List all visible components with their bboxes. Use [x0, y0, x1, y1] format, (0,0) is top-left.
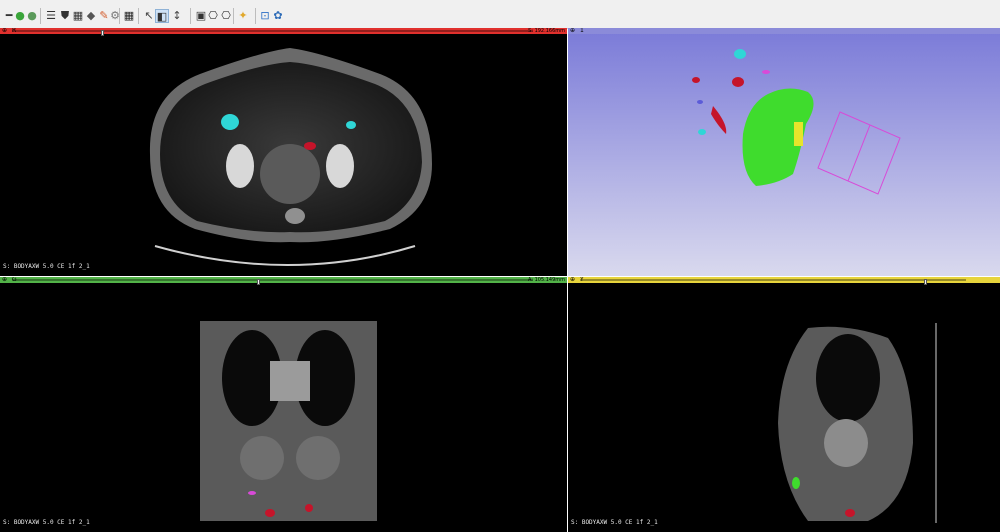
slice-slider[interactable] — [580, 279, 966, 285]
green-slice-view[interactable]: ⊕ G A: 105.149mm S: BODYAXW 5.0 CE 1f 2_… — [0, 277, 567, 532]
slice-annotation: S: BODYAXW 5.0 CE 1f 2_1 — [3, 263, 90, 270]
toolbar-separator — [233, 8, 234, 24]
threed-view[interactable]: ⊕ 1 — [568, 28, 1000, 276]
slice-slider[interactable] — [12, 30, 533, 36]
toolbar-separator — [190, 8, 191, 24]
slice-annotation: S: BODYAXW 5.0 CE 1f 2_1 — [3, 519, 90, 526]
coronal-ct-image — [200, 321, 377, 521]
yellow-slice-view[interactable]: ⊕ Y S: BODYAXW 5.0 CE 1f 2_1 — [568, 277, 1000, 532]
axial-ct-image — [149, 48, 433, 266]
toolbar-separator — [119, 8, 120, 24]
python-console-icon[interactable]: ✿ — [271, 9, 285, 23]
red-lesion — [304, 142, 316, 150]
grid-layout-icon[interactable]: ▦ — [122, 9, 136, 23]
data-cylinder-icon[interactable]: ▦ — [71, 9, 85, 23]
sagittal-ct-image — [778, 323, 937, 523]
models-icon[interactable]: ◆ — [84, 9, 98, 23]
shield-icon[interactable]: ⛊ — [58, 9, 72, 23]
scene-icon[interactable]: ⎔ — [219, 9, 233, 23]
extension-icon[interactable]: ⊡ — [258, 9, 272, 23]
window-level-icon[interactable]: ◧ — [155, 9, 169, 23]
toolbar-separator — [138, 8, 139, 24]
slice-annotation: S: BODYAXW 5.0 CE 1f 2_1 — [571, 519, 658, 526]
pointer-icon[interactable]: ↖ — [142, 9, 156, 23]
toolbar-separator — [40, 8, 41, 24]
forward-icon[interactable]: ● — [25, 9, 39, 23]
screenshot-icon[interactable]: ⎔ — [206, 9, 220, 23]
list-icon[interactable]: ☰ — [44, 9, 58, 23]
crosshair-icon[interactable]: ↕ — [170, 9, 184, 23]
red-slice-view[interactable]: ⊕ R S: 192.166mm S: BODYAXW 5.0 CE 1f 2_… — [0, 28, 567, 276]
threed-render — [692, 49, 901, 195]
toolbar-separator — [255, 8, 256, 24]
main-toolbar: ━ ● ● ☰ ⛊ ▦ ◆ ✎ ⚙ ▦ ↖ ◧ ↕ ▣ ⎔ ⎔ ✦ ⊡ ✿ — [0, 0, 1000, 29]
fiducial-icon[interactable]: ✦ — [236, 9, 250, 23]
cyan-lesion — [221, 114, 239, 130]
slice-slider[interactable] — [12, 279, 533, 285]
